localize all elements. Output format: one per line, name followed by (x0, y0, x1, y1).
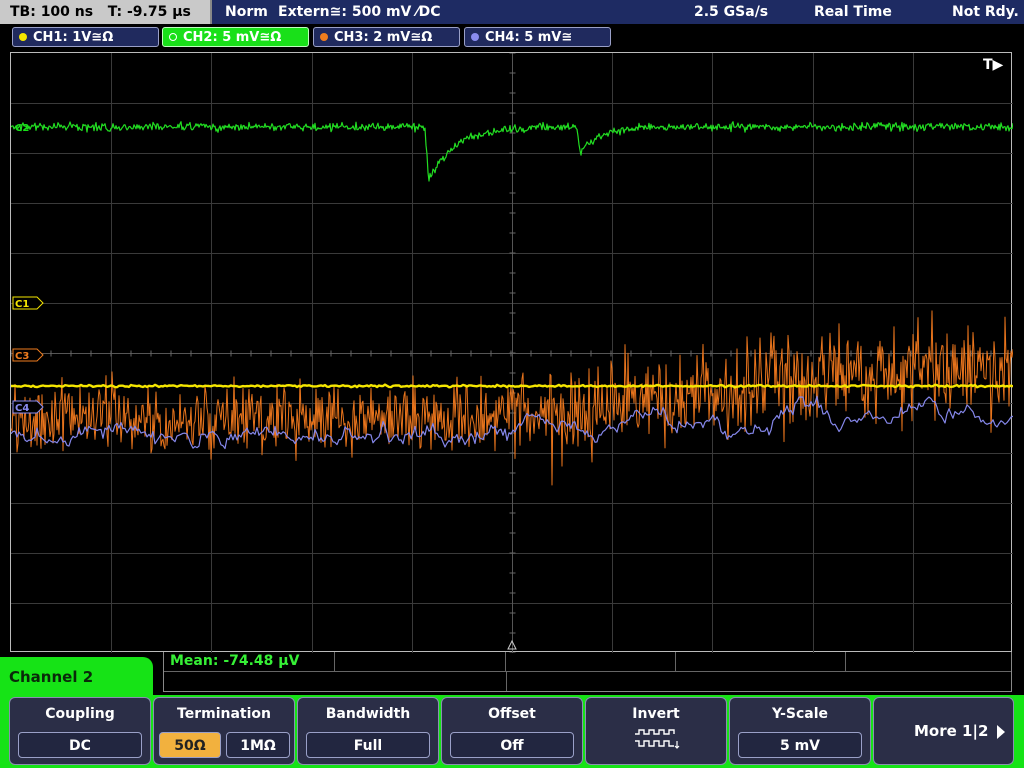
ch2-marker-label[interactable]: C2 (15, 123, 29, 134)
tab-ch2[interactable]: CH2: 5 mV≅Ω (162, 27, 309, 47)
channel-tabs: CH1: 1V≅Ω CH2: 5 mV≅Ω CH3: 2 mV≅Ω CH4: 5… (0, 26, 1024, 48)
offset-value[interactable]: Off (450, 732, 574, 758)
tab-ch4[interactable]: CH4: 5 mV≅ (464, 27, 611, 47)
ready-status: Not Rdy. (952, 4, 1019, 20)
termination-label: Termination (177, 706, 271, 722)
trigger-mode[interactable]: Norm (225, 0, 268, 24)
ch4-label: CH4: 5 mV≅ (485, 30, 573, 45)
ch1-color-dot (19, 32, 27, 41)
ch3-color-dot (320, 32, 328, 41)
yscale-label: Y-Scale (771, 706, 828, 722)
termination-1mohm-option[interactable]: 1MΩ (226, 732, 290, 758)
ch1-ground-marker[interactable]: C1 (12, 296, 44, 310)
coupling-value[interactable]: DC (18, 732, 142, 758)
waveform-canvas: C1 C3 C4 C2 T▶ (11, 53, 1013, 653)
ch1-label: CH1: 1V≅Ω (33, 30, 114, 45)
waveform-display[interactable]: C1 C3 C4 C2 T▶ (10, 52, 1013, 653)
yscale-value[interactable]: 5 mV (738, 732, 862, 758)
timebase-panel[interactable]: TB: 100 ns T: -9.75 µs (0, 0, 212, 24)
ch1-waveform (11, 383, 1013, 389)
chevron-right-icon (997, 725, 1005, 739)
menu-title: Channel 2 (0, 657, 153, 697)
termination-softkey[interactable]: Termination 50Ω 1MΩ (153, 697, 295, 765)
timebase-value: TB: 100 ns (10, 4, 94, 20)
more-softkey[interactable]: More 1|2 (873, 697, 1014, 765)
measurement-divider (506, 671, 507, 691)
bandwidth-label: Bandwidth (325, 706, 411, 722)
measurement-divider (505, 652, 506, 671)
ch2-label: CH2: 5 mV≅Ω (183, 30, 282, 45)
trigger-position-marker[interactable]: T▶ (983, 57, 1004, 73)
ch3-label: CH3: 2 mV≅Ω (334, 30, 433, 45)
offset-label: Offset (488, 706, 536, 722)
measurement-divider (164, 671, 1011, 672)
sample-rate: 2.5 GSa/s (694, 4, 769, 20)
more-label: More 1|2 (914, 722, 989, 740)
tab-ch3[interactable]: CH3: 2 mV≅Ω (313, 27, 460, 47)
invert-label: Invert (632, 706, 680, 722)
measurement-divider (334, 652, 335, 671)
invert-waveform-icon (635, 729, 680, 749)
ch3-ground-marker[interactable]: C3 (12, 348, 44, 362)
coupling-softkey[interactable]: Coupling DC (9, 697, 151, 765)
ch4-color-dot (471, 32, 479, 41)
bandwidth-softkey[interactable]: Bandwidth Full (297, 697, 439, 765)
ch4-marker-label: C4 (15, 403, 29, 414)
offset-softkey[interactable]: Offset Off (441, 697, 583, 765)
measurement-panel: Mean: -74.48 µV (163, 652, 1012, 692)
acquisition-mode[interactable]: Real Time (814, 0, 892, 24)
mean-measurement[interactable]: Mean: -74.48 µV (170, 653, 299, 669)
ch2-color-dot (169, 32, 177, 41)
tab-ch1[interactable]: CH1: 1V≅Ω (12, 27, 159, 47)
invert-softkey[interactable]: Invert (585, 697, 727, 765)
trigger-source[interactable]: Extern≅: 500 mV ⁄DC (278, 0, 440, 24)
trigger-time-value: T: -9.75 µs (107, 4, 191, 20)
measurement-divider (845, 652, 846, 671)
termination-50ohm-option[interactable]: 50Ω (159, 732, 221, 758)
ch3-marker-label: C3 (15, 351, 29, 362)
bandwidth-value[interactable]: Full (306, 732, 430, 758)
ch1-marker-label: C1 (15, 299, 29, 310)
status-bar: TB: 100 ns T: -9.75 µs Norm Extern≅: 500… (0, 0, 1024, 24)
ch4-ground-marker[interactable]: C4 (12, 400, 44, 414)
yscale-softkey[interactable]: Y-Scale 5 mV (729, 697, 871, 765)
measurement-divider (675, 652, 676, 671)
coupling-label: Coupling (45, 706, 115, 722)
graticule (11, 53, 1013, 653)
